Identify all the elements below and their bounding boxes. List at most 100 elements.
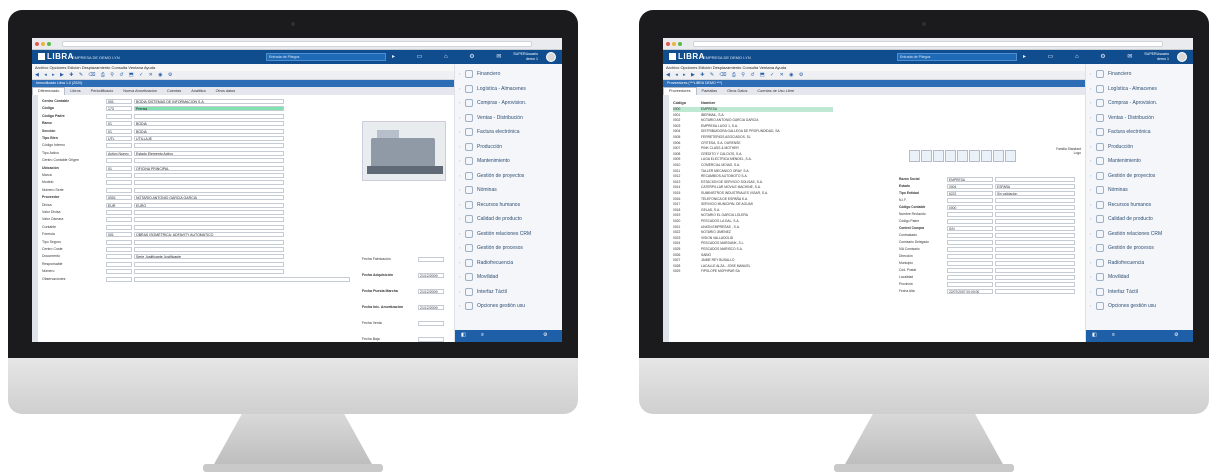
- field-value-input[interactable]: UTILLAJE: [134, 136, 284, 141]
- sidebar-item[interactable]: › Interfaz Táctil: [455, 286, 562, 298]
- sidebar-item[interactable]: › Producción: [455, 141, 562, 153]
- field-value-input[interactable]: [134, 173, 284, 178]
- sidebar-item[interactable]: › Gestión de proyectos: [1086, 170, 1193, 182]
- field-value-input[interactable]: Serie Justificante Justificante: [134, 254, 284, 260]
- sidebar-item[interactable]: › Gestión relaciones CRM: [455, 228, 562, 240]
- table-row[interactable]: 0007 PINK CLASS & MOTHER: [673, 146, 833, 151]
- sidebar-item[interactable]: › Logística - Almacenes: [1086, 83, 1193, 95]
- table-row[interactable]: 0020 PESCADOS LA DAL, S.A.: [673, 219, 833, 224]
- tab-item[interactable]: Diferenciado: [32, 87, 66, 95]
- field-code-input[interactable]: [106, 247, 132, 252]
- table-row[interactable]: 0028 LACALLE ALZA - JOSE MANUEL: [673, 264, 833, 269]
- sidebar-item[interactable]: › Producción: [1086, 141, 1193, 153]
- detail-input[interactable]: [947, 247, 993, 252]
- detail-input-secondary[interactable]: [995, 198, 1075, 203]
- table-row[interactable]: 0008 CREDITO Y CALCIOS, S.A.: [673, 152, 833, 157]
- table-row[interactable]: 0002 NOTARIO ANTONIO GARCIA GARCIA: [673, 118, 833, 123]
- field-value-input[interactable]: [134, 247, 284, 252]
- detail-input-secondary[interactable]: [995, 275, 1075, 280]
- detail-input-secondary[interactable]: [995, 226, 1075, 231]
- field-value-input[interactable]: Prensa: [134, 106, 284, 112]
- table-row[interactable]: 0027 JAIME REY BUSALLO: [673, 258, 833, 263]
- sidebar-item[interactable]: › Opciones gestión usu: [455, 300, 562, 312]
- table-row[interactable]: 0016 TELEFONICA DE ESPAÑA S.A.: [673, 197, 833, 202]
- field-value-input[interactable]: [134, 143, 284, 149]
- sidebar-item[interactable]: › Opciones gestión usu: [1086, 300, 1193, 312]
- table-row[interactable]: 0005 FERRETERIOS ASOCIADOS, SL: [673, 135, 833, 140]
- detail-input[interactable]: [947, 275, 993, 280]
- sidebar-item[interactable]: › Gestión de proyectos: [455, 170, 562, 182]
- table-row[interactable]: 0012 RECAMBIOS AUTOMOTO S.A.: [673, 174, 833, 179]
- table-row[interactable]: 0021 UNION EMPRESAS , S.A.: [673, 225, 833, 230]
- field-value-input[interactable]: [134, 113, 284, 119]
- sidebar-item[interactable]: › Mantenimiento: [455, 155, 562, 167]
- detail-input-secondary[interactable]: [995, 219, 1075, 224]
- sidebar-item[interactable]: › Calidad de producto: [1086, 213, 1193, 225]
- sidebar-item[interactable]: › Gestión de procesos: [1086, 242, 1193, 254]
- home-icon[interactable]: ◧: [1092, 332, 1097, 338]
- table-row[interactable]: 0015 SUMINISTROS INDUSTRIALES VIGAR, S.A.: [673, 191, 833, 196]
- sidebar-item[interactable]: › Compras - Aprovision.: [1086, 97, 1193, 109]
- detail-input[interactable]: [947, 261, 993, 266]
- close-dot[interactable]: [35, 42, 39, 46]
- field-value-input[interactable]: [134, 224, 284, 230]
- header-search-input[interactable]: Entrada de Pliegos: [897, 53, 1017, 61]
- field-code-input[interactable]: 01: [106, 128, 132, 134]
- sidebar-item[interactable]: › Compras - Aprovision.: [455, 97, 562, 109]
- sidebar-item[interactable]: › Interfaz Táctil: [1086, 286, 1193, 298]
- field-value-input[interactable]: [134, 269, 284, 275]
- field-code-input[interactable]: [106, 173, 132, 178]
- tab-item[interactable]: Proveedores: [663, 87, 697, 95]
- sidebar-footer[interactable]: ◧ ≡ ⚙: [1086, 330, 1193, 342]
- sidebar-item[interactable]: › Calidad de producto: [455, 213, 562, 225]
- detail-input[interactable]: [947, 198, 993, 203]
- field-value-input[interactable]: [134, 187, 284, 193]
- table-row[interactable]: 0004 DISTRIBUIDORA GALLEGA DE PROFUNDIDAD…: [673, 129, 833, 134]
- detail-input-secondary[interactable]: Sin validación: [995, 191, 1075, 196]
- field-value-input[interactable]: OFICINA PRINCIPAL: [134, 165, 284, 171]
- detail-input-secondary[interactable]: [995, 205, 1075, 210]
- field-value-input[interactable]: [134, 158, 284, 164]
- detail-input[interactable]: 0000: [947, 205, 993, 210]
- header-icons[interactable]: ▸ ▭ ⌂ ⚙ ✉: [1023, 53, 1142, 60]
- sidebar-item[interactable]: › Radiofrecuencia: [1086, 257, 1193, 269]
- header-icons[interactable]: ▸ ▭ ⌂ ⚙ ✉: [392, 53, 511, 60]
- header-search-input[interactable]: Entrada de Pliegos: [266, 53, 386, 61]
- field-value-input[interactable]: [134, 276, 350, 282]
- minimize-dot[interactable]: [672, 42, 676, 46]
- table-row[interactable]: 0026 SABIO: [673, 253, 833, 258]
- sidebar-item[interactable]: › Radiofrecuencia: [455, 257, 562, 269]
- sidebar-item[interactable]: › Nóminas: [1086, 184, 1193, 196]
- minimize-dot[interactable]: [41, 42, 45, 46]
- sidebar-footer[interactable]: ◧ ≡ ⚙: [455, 330, 562, 342]
- table-row[interactable]: 0009 LUGA ELECTRICA MENDEL, S.A.: [673, 157, 833, 162]
- table-row[interactable]: 0019 NOTARIO EL GARCIA LOLERA: [673, 213, 833, 218]
- sidebar-item[interactable]: › Factura electrónica: [1086, 126, 1193, 138]
- field-code-input[interactable]: 173: [106, 106, 132, 112]
- field-code-input[interactable]: 001: [106, 232, 132, 238]
- detail-input[interactable]: [947, 268, 993, 273]
- table-row[interactable]: 0023 VISION VALLADOLID: [673, 236, 833, 241]
- field-code-input[interactable]: 01: [106, 121, 132, 127]
- field-code-input[interactable]: EUR: [106, 202, 132, 208]
- maximize-dot[interactable]: [47, 42, 51, 46]
- menu-bar[interactable]: Archivo Opciones Edición Desplazamiento …: [663, 64, 1085, 71]
- sidebar-item[interactable]: › Nóminas: [455, 184, 562, 196]
- field-code-input[interactable]: [106, 261, 132, 267]
- table-row[interactable]: 0010 COMERCIAL MOIAS, S.A.: [673, 163, 833, 168]
- field-value-input[interactable]: NOTARIO ANTONIO GARCIA GARCIA: [134, 195, 284, 201]
- detail-input-secondary[interactable]: [995, 268, 1075, 273]
- table-row[interactable]: 0018 GELAS, S.A.: [673, 208, 833, 213]
- field-code-input[interactable]: [106, 254, 132, 260]
- detail-input-secondary[interactable]: ESPAÑA: [995, 184, 1075, 189]
- field-value-input[interactable]: [134, 217, 284, 223]
- home-icon[interactable]: ◧: [461, 332, 466, 338]
- date-input[interactable]: 21/12/2009: [418, 305, 444, 310]
- sidebar-item[interactable]: › Factura electrónica: [455, 126, 562, 138]
- menu-bar[interactable]: Archivo Opciones Edición Desplazamiento …: [32, 64, 454, 71]
- list-icon[interactable]: ≡: [481, 332, 484, 338]
- field-value-input[interactable]: Estado Elemento Activo: [134, 150, 284, 156]
- detail-input[interactable]: [947, 212, 993, 217]
- table-row[interactable]: 0013 ESTACION DE SERVICIO SOLISAS, S.A.: [673, 180, 833, 185]
- sidebar-item[interactable]: › Gestión relaciones CRM: [1086, 228, 1193, 240]
